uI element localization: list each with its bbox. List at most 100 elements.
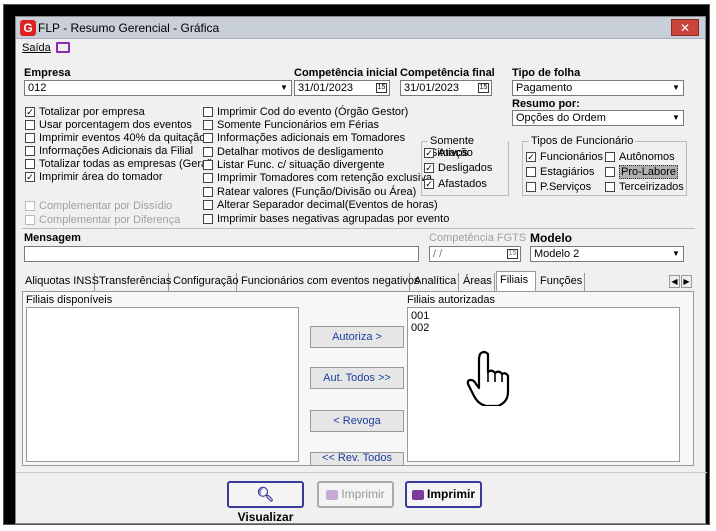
empresa-label: Empresa [24, 67, 71, 79]
tab-scroll-right-icon[interactable]: ▶ [681, 275, 692, 288]
resumo-por-value: Opções do Ordem [516, 112, 606, 124]
visualizar-button[interactable]: 🔍︎Visualizar [227, 481, 304, 524]
modelo-label: Modelo [530, 231, 572, 245]
check-retencao-exclusiva[interactable]: Imprimir Tomadores com retenção exclusiv… [203, 172, 432, 185]
app-window: G FLP - Resumo Gerencial - Gráfica ✕ Saí… [15, 16, 707, 524]
tab-aliquotas-inss[interactable]: Aliquotas INSS [22, 273, 99, 291]
check-ferias[interactable]: Somente Funcionários em Férias [203, 119, 379, 132]
chevron-down-icon[interactable]: ▼ [278, 82, 290, 94]
check-eventos-40[interactable]: Imprimir eventos 40% da quitação [25, 132, 205, 145]
chevron-down-icon[interactable]: ▼ [670, 248, 682, 260]
tipos-funcionario-title: Tipos de Funcionário [529, 135, 636, 147]
check-totalizar-empresa[interactable]: ✓ Totalizar por empresa [25, 106, 145, 119]
checkbox-checked-icon[interactable]: ✓ [424, 179, 434, 189]
divider [22, 228, 695, 229]
list-item[interactable]: 002 [408, 322, 679, 334]
tab-areas[interactable]: Áreas [460, 273, 495, 291]
filiais-disponiveis-list[interactable] [26, 307, 299, 462]
tab-funcionarios-eventos-negativos[interactable]: Funcionários com eventos negativos [238, 273, 420, 291]
checkbox-checked-icon[interactable]: ✓ [424, 163, 434, 173]
tab-configuracao[interactable]: Configuração [170, 273, 238, 291]
check-ativos[interactable]: ✓ Ativos [424, 147, 468, 160]
check-situacao-divergente[interactable]: Listar Func. c/ situação divergente [203, 159, 385, 172]
close-button[interactable]: ✕ [671, 19, 699, 36]
modelo-select[interactable]: Modelo 2 ▼ [530, 246, 684, 262]
check-funcionarios[interactable]: ✓ Funcionários [526, 151, 603, 164]
check-info-filial[interactable]: Informações Adicionais da Filial [25, 145, 193, 158]
title-bar: G FLP - Resumo Gerencial - Gráfica ✕ [16, 17, 705, 39]
tab-bar: Aliquotas INSS Transferências Configuraç… [22, 271, 694, 291]
filiais-autorizadas-list[interactable]: 001 002 [407, 307, 680, 462]
autoriza-todos-button[interactable]: Aut. Todos >> [310, 367, 404, 389]
hand-cursor-icon [466, 350, 510, 408]
screenshot-frame: G FLP - Resumo Gerencial - Gráfica ✕ Saí… [3, 4, 710, 525]
empresa-select[interactable]: 012 ▼ [24, 80, 292, 96]
imprimir-button[interactable]: Imprimir [405, 481, 482, 508]
magnifier-icon: 🔍︎ [256, 486, 275, 502]
check-totalizar-geral[interactable]: Totalizar todas as empresas (Geral) [25, 158, 213, 171]
check-cod-evento[interactable]: Imprimir Cod do evento (Órgão Gestor) [203, 106, 408, 119]
checkbox-checked-icon[interactable]: ✓ [25, 172, 35, 182]
resumo-por-select[interactable]: Opções do Ordem ▼ [512, 110, 684, 126]
resumo-por-label: Resumo por: [512, 98, 580, 110]
check-afastados[interactable]: ✓ Afastados [424, 178, 487, 191]
tab-analitica[interactable]: Analítica [411, 273, 459, 291]
checkbox-checked-icon[interactable]: ✓ [526, 152, 536, 162]
monitor-icon[interactable] [56, 42, 70, 53]
bottom-divider [16, 472, 707, 473]
check-ratear-valores[interactable]: Ratear valores (Função/Divisão ou Área) [203, 186, 416, 199]
list-item[interactable]: 001 [408, 308, 679, 322]
check-bases-negativas[interactable]: Imprimir bases negativas agrupadas por e… [203, 213, 449, 226]
competencia-fgts-input[interactable]: / / 15 [429, 246, 521, 262]
tab-transferencias[interactable]: Transferências [96, 273, 171, 291]
mensagem-input[interactable] [24, 246, 419, 262]
competencia-fgts-value: / / [433, 248, 443, 260]
competencia-final-input[interactable]: 31/01/2023 15 [400, 80, 492, 96]
mensagem-label: Mensagem [24, 232, 81, 244]
check-info-tomadores[interactable]: Informações adicionais em Tomadores [203, 132, 405, 145]
check-terceirizados[interactable]: Terceirizados [605, 181, 684, 194]
filiais-autorizadas-label: Filiais autorizadas [407, 294, 496, 306]
check-area-tomador[interactable]: ✓ Imprimir área do tomador [25, 171, 163, 184]
modelo-value: Modelo 2 [534, 248, 580, 260]
calendar-icon[interactable]: 15 [478, 83, 489, 93]
check-separador-decimal[interactable]: Alterar Separador decimal(Eventos de hor… [203, 199, 438, 212]
app-logo-icon: G [20, 20, 36, 36]
tab-filiais[interactable]: Filiais [496, 271, 536, 291]
window-title: FLP - Resumo Gerencial - Gráfica [38, 21, 220, 35]
check-complementar-diferenca: Complementar por Diferença [25, 214, 180, 227]
chevron-down-icon[interactable]: ▼ [670, 82, 682, 94]
calendar-icon[interactable]: 15 [507, 249, 518, 259]
check-pservicos[interactable]: P.Serviços [526, 181, 591, 194]
autoriza-button[interactable]: Autoriza > [310, 326, 404, 348]
chevron-down-icon[interactable]: ▼ [670, 112, 682, 124]
competencia-final-value: 31/01/2023 [404, 82, 460, 94]
checkbox-checked-icon[interactable]: ✓ [25, 107, 35, 117]
menu-saida[interactable]: Saída [22, 42, 51, 54]
competencia-final-label: Competência final [400, 67, 495, 79]
printer-icon [411, 489, 424, 500]
printer-icon [326, 489, 339, 500]
check-usar-porcentagem[interactable]: Usar porcentagem dos eventos [25, 119, 192, 132]
imprimir-disabled-button: Imprimir [317, 481, 394, 508]
empresa-value: 012 [28, 82, 47, 94]
tab-funcoes[interactable]: Funções [537, 273, 585, 291]
tipo-folha-label: Tipo de folha [512, 67, 581, 79]
tab-scroll-left-icon[interactable]: ◀ [669, 275, 680, 288]
check-complementar-dissidio: Complementar por Dissídio [25, 200, 172, 213]
competencia-inicial-input[interactable]: 31/01/2023 15 [294, 80, 390, 96]
calendar-icon[interactable]: 15 [376, 83, 387, 93]
check-estagiarios[interactable]: Estagiários [526, 166, 594, 179]
competencia-inicial-value: 31/01/2023 [298, 82, 354, 94]
tipo-folha-select[interactable]: Pagamento ▼ [512, 80, 684, 96]
check-desligados[interactable]: ✓ Desligados [424, 162, 492, 175]
filiais-panel: Filiais disponíveis Filiais autorizadas … [22, 291, 694, 466]
filiais-disponiveis-label: Filiais disponíveis [26, 294, 113, 306]
check-pro-labore[interactable]: Pro-Labore [605, 165, 679, 179]
competencia-fgts-label: Competência FGTS [429, 232, 527, 244]
revoga-button[interactable]: < Revoga [310, 410, 404, 432]
revoga-todos-button[interactable]: << Rev. Todos [310, 452, 404, 465]
check-autonomos[interactable]: Autônomos [605, 151, 675, 164]
check-motivos-desligamento[interactable]: Detalhar motivos de desligamento [203, 146, 383, 159]
checkbox-checked-icon[interactable]: ✓ [424, 148, 434, 158]
